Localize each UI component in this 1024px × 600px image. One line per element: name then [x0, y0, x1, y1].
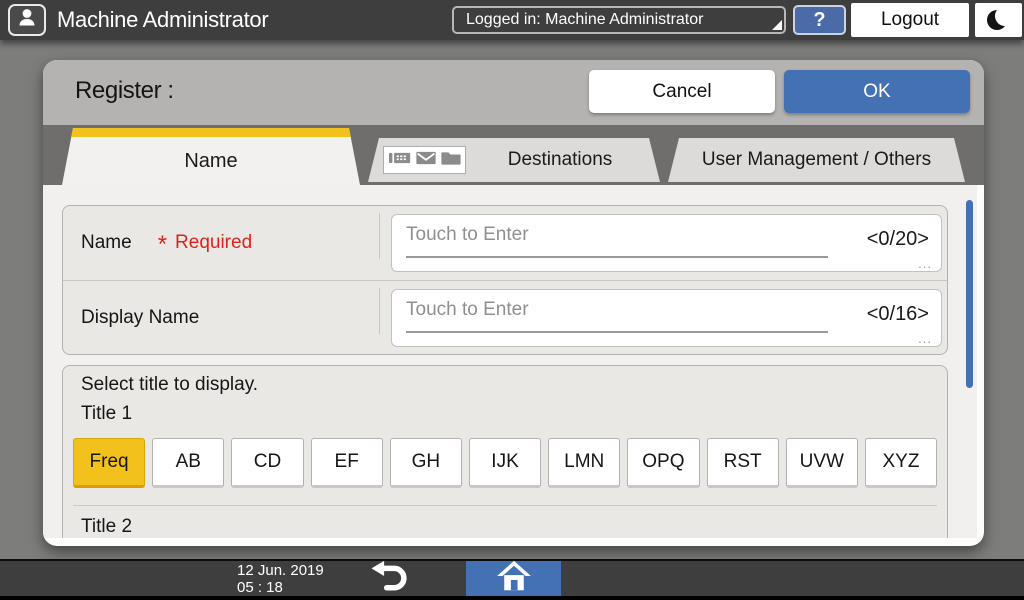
- column-divider: [379, 288, 380, 334]
- title2-label: Title 2: [81, 516, 132, 538]
- vertical-scrollbar[interactable]: [966, 200, 973, 388]
- title1-option-cd[interactable]: CD: [231, 438, 303, 488]
- question-icon: ?: [813, 9, 825, 32]
- title1-option-rst[interactable]: RST: [707, 438, 779, 488]
- input-underline: [406, 331, 828, 333]
- ellipsis-icon: ...: [918, 331, 932, 346]
- title1-option-uvw[interactable]: UVW: [786, 438, 858, 488]
- help-button[interactable]: ?: [793, 5, 846, 35]
- tab-name[interactable]: Name: [62, 128, 360, 185]
- email-icon: [416, 151, 436, 170]
- tab-user-management[interactable]: User Management / Others: [668, 138, 965, 182]
- back-icon: [370, 560, 410, 597]
- title1-option-ab[interactable]: AB: [152, 438, 224, 488]
- login-status-text: Logged in: Machine Administrator: [466, 11, 703, 29]
- title1-option-lmn[interactable]: LMN: [548, 438, 620, 488]
- name-fields-group: Name * Required Touch to Enter <0/20> ..…: [62, 205, 948, 355]
- tab-panel-name: Name * Required Touch to Enter <0/20> ..…: [43, 185, 977, 538]
- datetime-display: 12 Jun. 2019 05 : 18: [237, 562, 324, 596]
- title1-label: Title 1: [81, 403, 132, 425]
- login-status-dropdown[interactable]: Logged in: Machine Administrator: [452, 6, 786, 34]
- back-button[interactable]: [360, 561, 420, 596]
- dialog-header: Register : Cancel OK: [43, 60, 984, 125]
- dialog-title: Register :: [75, 77, 174, 105]
- destination-type-icons: [383, 146, 466, 174]
- user-icon: [15, 6, 39, 35]
- display-name-input-placeholder: Touch to Enter: [406, 299, 529, 321]
- title1-option-freq[interactable]: Freq: [73, 438, 145, 488]
- folder-icon: [441, 151, 461, 170]
- ok-button[interactable]: OK: [784, 70, 970, 113]
- title-select-group: Select title to display. Title 1 Freq AB…: [62, 365, 948, 538]
- name-field-row: Name * Required Touch to Enter <0/20> ..…: [63, 206, 947, 281]
- name-input[interactable]: Touch to Enter <0/20> ...: [391, 214, 942, 272]
- title-instruction: Select title to display.: [81, 374, 258, 396]
- logout-button[interactable]: Logout: [851, 3, 969, 37]
- active-tab-highlight: [62, 128, 360, 137]
- required-label: Required: [175, 232, 252, 254]
- tab-user-management-label: User Management / Others: [668, 138, 965, 182]
- ellipsis-icon: ...: [918, 256, 932, 271]
- fax-icon: [389, 151, 411, 170]
- screen-off-button[interactable]: [975, 3, 1022, 37]
- caret-icon: [772, 20, 782, 30]
- title1-option-ijk[interactable]: IJK: [469, 438, 541, 488]
- tab-destinations[interactable]: Destinations: [368, 138, 660, 182]
- display-name-char-counter: <0/16>: [867, 303, 929, 326]
- column-divider: [379, 213, 380, 259]
- tab-strip: Name: [43, 125, 984, 185]
- date-text: 12 Jun. 2019: [237, 562, 324, 579]
- app-title: Machine Administrator: [57, 7, 268, 33]
- top-bar: Machine Administrator Logged in: Machine…: [0, 0, 1024, 40]
- time-text: 05 : 18: [237, 579, 324, 596]
- required-asterisk: *: [158, 240, 167, 250]
- tab-destinations-label: Destinations: [466, 138, 654, 182]
- section-divider: [73, 505, 937, 506]
- title1-option-xyz[interactable]: XYZ: [865, 438, 937, 488]
- display-name-field-label: Display Name: [81, 307, 199, 329]
- name-char-counter: <0/20>: [867, 228, 929, 251]
- home-icon: [495, 560, 533, 597]
- user-account-button[interactable]: [8, 4, 46, 36]
- title1-option-opq[interactable]: OPQ: [627, 438, 699, 488]
- title1-options-row: Freq AB CD EF GH IJK LMN OPQ RST UVW XYZ: [73, 438, 937, 488]
- display-name-field-row: Display Name Touch to Enter <0/16> ...: [63, 281, 947, 355]
- name-input-placeholder: Touch to Enter: [406, 224, 529, 246]
- register-dialog: Register : Cancel OK Name: [43, 60, 984, 546]
- bottom-bar: 12 Jun. 2019 05 : 18: [0, 559, 1024, 600]
- display-name-input[interactable]: Touch to Enter <0/16> ...: [391, 289, 942, 347]
- tab-name-label: Name: [62, 137, 360, 185]
- input-underline: [406, 256, 828, 258]
- home-button[interactable]: [466, 561, 561, 596]
- cancel-button[interactable]: Cancel: [589, 70, 775, 113]
- title1-option-gh[interactable]: GH: [390, 438, 462, 488]
- title1-option-ef[interactable]: EF: [311, 438, 383, 488]
- name-field-label: Name: [81, 232, 132, 254]
